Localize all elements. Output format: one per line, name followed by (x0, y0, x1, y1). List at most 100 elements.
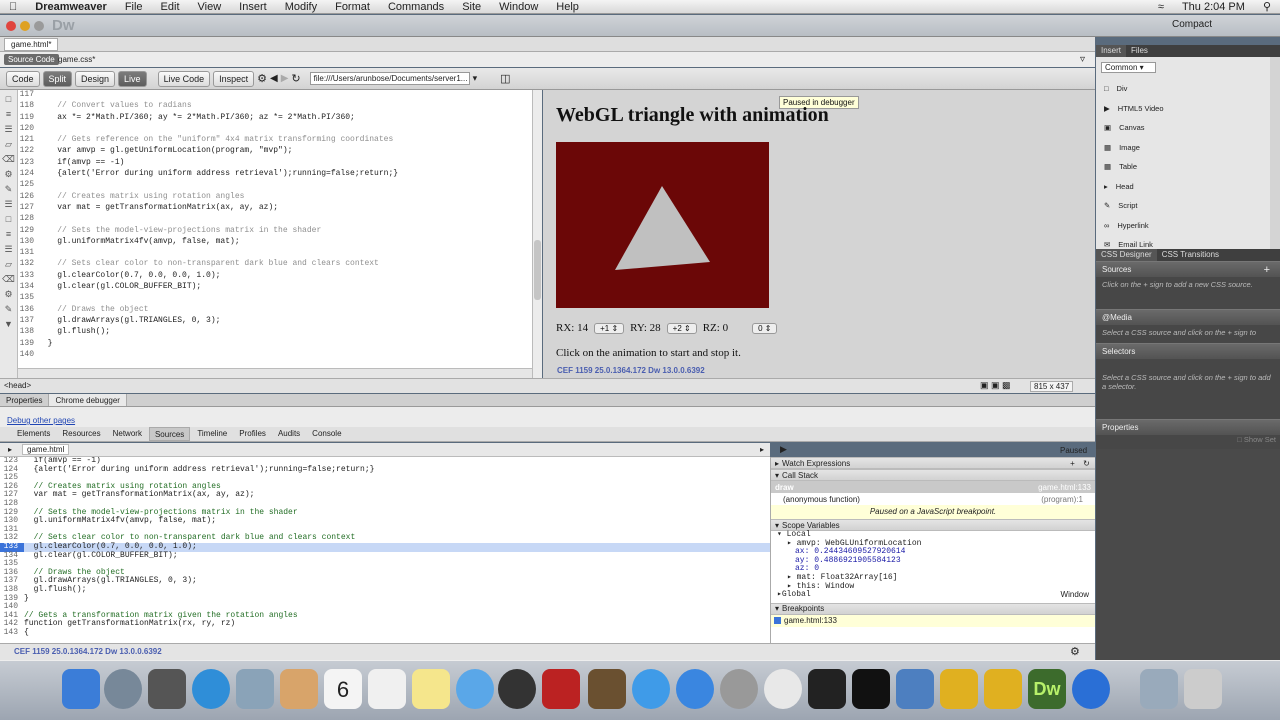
menu-window[interactable]: Window (490, 1, 547, 13)
minimize-icon[interactable] (20, 21, 30, 31)
address-field[interactable]: file:///Users/arunbose/Documents/server1… (309, 72, 470, 85)
sources-section[interactable]: Sources + (1096, 261, 1280, 277)
tag-selector[interactable]: <head> (4, 381, 31, 390)
insert-image[interactable]: ▦ Image (1096, 138, 1268, 158)
itunes-icon[interactable] (632, 669, 670, 709)
scope-var-ay[interactable]: ay: 0.4886921905584123 (777, 556, 1095, 566)
notes-icon[interactable] (412, 669, 450, 709)
insert-hyperlink[interactable]: ∞ Hyperlink (1096, 216, 1268, 236)
source-line[interactable]: 127 var mat = getTransformationMatrix(ax… (0, 491, 770, 500)
code-line[interactable]: 140 (18, 350, 532, 361)
workspace-switcher[interactable]: Compact (1172, 19, 1212, 30)
scope-var-this[interactable]: ▸ this: Window (777, 582, 1095, 592)
forward-icon[interactable]: ▶ (281, 73, 289, 84)
app-store-icon[interactable] (676, 669, 714, 709)
trash-icon[interactable] (1184, 669, 1222, 709)
tab-properties[interactable]: Properties (0, 394, 50, 406)
code-line[interactable]: 117 (18, 90, 532, 101)
code-line[interactable]: 124 {alert('Error during uniform address… (18, 169, 532, 180)
menu-help[interactable]: Help (547, 1, 588, 13)
tab-game-html[interactable]: game.html* (4, 38, 59, 51)
folder-icon[interactable] (1140, 669, 1178, 709)
line-number[interactable]: 143 (0, 628, 24, 638)
code-line[interactable]: 130 gl.uniformMatrix4fv(amvp, false, mat… (18, 237, 532, 248)
code-line[interactable]: 138 gl.flush(); (18, 327, 532, 338)
source-file-tab[interactable]: game.html (22, 444, 70, 455)
insert-script[interactable]: ✎ Script (1096, 196, 1268, 216)
insert-html5-video[interactable]: ▶ HTML5 Video (1096, 99, 1268, 119)
call-frame-draw[interactable]: draw game.html:133 (771, 481, 1095, 493)
call-frame-anonymous[interactable]: (anonymous function) (program):1 (771, 493, 1095, 505)
add-source-icon[interactable]: + (1264, 264, 1280, 276)
code-line[interactable]: 132 // Sets clear color to non-transpare… (18, 259, 532, 270)
split-view-button[interactable]: Split (42, 70, 73, 87)
tab-insert[interactable]: Insert (1096, 45, 1127, 57)
call-stack-header[interactable]: ▾ Call Stack (771, 469, 1095, 481)
ry-select[interactable]: +2 ⇕ (666, 322, 697, 334)
code-hscrollbar[interactable] (18, 368, 532, 378)
code-editor[interactable]: 117 118 // Convert values to radians 119 a… (18, 90, 532, 368)
global-scope[interactable]: ▸ Global Window (777, 591, 1095, 600)
system-preferences-icon[interactable] (720, 669, 758, 709)
dreamweaver-dock-icon[interactable]: Dw (1028, 669, 1066, 709)
related-source-code[interactable]: Source Code (4, 54, 59, 65)
rx-select[interactable]: +1 ⇕ (594, 322, 625, 334)
scope-variables-header[interactable]: ▾ Scope Variables (771, 519, 1095, 531)
code-line[interactable]: 133 gl.clearColor(0.7, 0.0, 0.0, 1.0); (18, 271, 532, 282)
breakpoints-header[interactable]: ▾ Breakpoints (771, 602, 1095, 615)
insert-scrollbar[interactable] (1270, 57, 1280, 249)
selectors-section[interactable]: Selectors (1096, 343, 1280, 359)
code-line[interactable]: 129 // Sets the model-view-projections m… (18, 226, 532, 237)
inspect-button[interactable]: Inspect (213, 70, 255, 87)
xcode-icon[interactable] (896, 669, 934, 709)
p4merge-icon[interactable] (984, 669, 1022, 709)
finder-icon[interactable] (62, 669, 100, 709)
clock[interactable]: Thu 2:04 PM (1173, 1, 1254, 13)
menu-edit[interactable]: Edit (152, 1, 189, 13)
photo-booth-icon[interactable] (542, 669, 580, 709)
insert-head[interactable]: ▸ Head (1096, 177, 1268, 197)
code-line[interactable]: 123 if(amvp == -1) (18, 158, 532, 169)
window-size[interactable]: 815 x 437 (1030, 381, 1074, 392)
reminders-icon[interactable] (368, 669, 406, 709)
show-set-toggle[interactable]: □ Show Set (1096, 435, 1280, 449)
close-icon[interactable] (6, 21, 16, 31)
live-code-button[interactable]: Live Code (157, 70, 211, 87)
address-dropdown-icon[interactable]: ▾ (473, 73, 478, 84)
live-view-button[interactable]: Live (118, 70, 147, 87)
device-icons[interactable]: ▣ ▣ ▩ (980, 380, 1011, 391)
scroll-thumb[interactable] (534, 240, 541, 300)
insert-div[interactable]: □ Div (1096, 79, 1268, 99)
menu-site[interactable]: Site (453, 1, 490, 13)
tab-chrome-debugger[interactable]: Chrome debugger (49, 394, 127, 406)
zoom-icon[interactable] (34, 21, 44, 31)
debug-other-pages-link[interactable]: Debug other pages (7, 416, 75, 425)
code-line[interactable]: 122 var amvp = gl.getUniformLocation(pro… (18, 146, 532, 157)
code-line[interactable]: 136 // Draws the object (18, 305, 532, 316)
quicktime-icon[interactable] (1072, 669, 1110, 709)
code-line[interactable]: 134 gl.clear(gl.COLOR_BUFFER_BIT); (18, 282, 532, 293)
sources-editor[interactable]: 123 if(amvp == -1) 124 {alert('Error duri… (0, 457, 770, 643)
insert-canvas[interactable]: ▣ Canvas (1096, 118, 1268, 138)
filter-icon[interactable]: ▿ (1080, 54, 1085, 65)
menu-file[interactable]: File (116, 1, 152, 13)
tab-resources[interactable]: Resources (57, 427, 105, 441)
source-line[interactable]: 130 gl.uniformMatrix4fv(amvp, false, mat… (0, 517, 770, 526)
menu-view[interactable]: View (189, 1, 231, 13)
breakpoint-item[interactable]: game.html:133 (771, 614, 1095, 627)
insert-category-select[interactable]: Common ▾ (1101, 62, 1156, 73)
mission-control-icon[interactable] (148, 669, 186, 709)
coding-toolbar-icons[interactable]: □ ≡ ☰ ▱ ⌫ ⚙ ✎ ☰ □ ≡ ☰ ▱ ⌫ ⚙ ✎ ▼ (0, 90, 17, 332)
refresh-icon[interactable]: ↻ (291, 72, 300, 85)
tab-elements[interactable]: Elements (12, 427, 55, 441)
contacts-icon[interactable] (280, 669, 318, 709)
add-watch-icon[interactable]: + (1070, 459, 1075, 468)
watch-expressions-header[interactable]: ▸ Watch Expressions + ↻ (771, 457, 1095, 469)
tab-files[interactable]: Files (1126, 45, 1153, 57)
globe-icon[interactable]: ⚙ (257, 72, 267, 85)
code-line[interactable]: 127 var mat = getTransformationMatrix(ax… (18, 203, 532, 214)
preview-icon[interactable] (588, 669, 626, 709)
tab-sources[interactable]: Sources (148, 427, 191, 441)
media-section[interactable]: @Media (1096, 309, 1280, 325)
insert-table[interactable]: ▦ Table (1096, 157, 1268, 177)
